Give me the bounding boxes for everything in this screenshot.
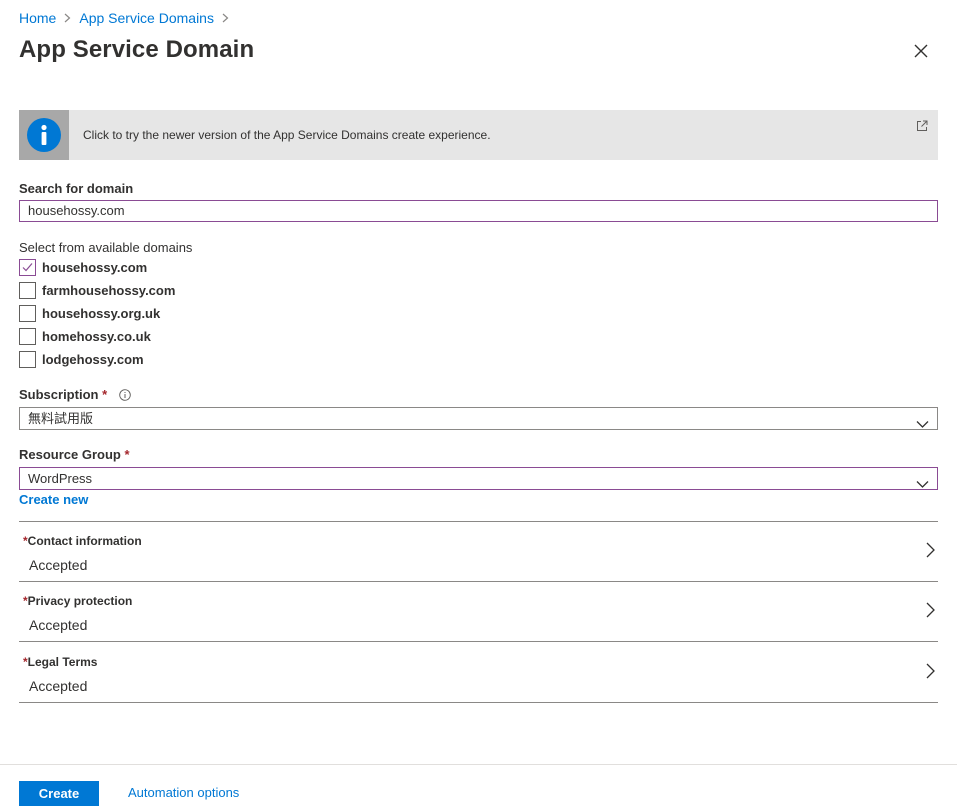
settings-sections: *Contact information Accepted *Privacy p… (19, 521, 938, 703)
domain-list: househossy.com farmhousehossy.com househ… (19, 256, 175, 371)
chevron-right-icon (926, 663, 935, 679)
create-button[interactable]: Create (19, 781, 99, 806)
required-marker: * (124, 447, 130, 462)
banner-text: Click to try the newer version of the Ap… (83, 128, 491, 142)
section-legal-terms[interactable]: *Legal Terms Accepted (19, 642, 938, 703)
domain-option[interactable]: househossy.org.uk (19, 302, 175, 325)
section-value: Accepted (29, 557, 88, 573)
chevron-right-icon (64, 11, 71, 26)
domain-option[interactable]: homehossy.co.uk (19, 325, 175, 348)
chevron-right-icon (926, 542, 935, 558)
resource-group-label: Resource Group * (19, 447, 130, 462)
breadcrumb-app-service-domains[interactable]: App Service Domains (79, 10, 214, 26)
chevron-down-icon (916, 414, 929, 428)
section-privacy-protection[interactable]: *Privacy protection Accepted (19, 582, 938, 642)
footer: Create Automation options (0, 764, 957, 811)
domain-option-label: househossy.com (42, 260, 148, 275)
chevron-right-icon (222, 11, 229, 26)
domain-option-label: lodgehossy.com (42, 352, 144, 367)
available-domains-label: Select from available domains (19, 240, 193, 255)
app-service-domain-blade: Home App Service Domains App Service Dom… (0, 0, 957, 811)
resource-group-value: WordPress (28, 471, 93, 486)
section-value: Accepted (29, 678, 88, 694)
resource-group-label-text: Resource Group (19, 447, 121, 462)
section-title-text: Legal Terms (27, 655, 98, 669)
checkbox[interactable] (19, 282, 36, 299)
resource-group-select[interactable]: WordPress (19, 467, 938, 490)
domain-option[interactable]: househossy.com (19, 256, 175, 279)
new-experience-banner[interactable]: Click to try the newer version of the Ap… (19, 110, 938, 160)
domain-option[interactable]: lodgehossy.com (19, 348, 175, 371)
section-title: *Legal Terms (23, 655, 97, 669)
subscription-value: 無料試用版 (28, 411, 94, 426)
close-icon[interactable] (912, 42, 930, 60)
domain-option-label: farmhousehossy.com (42, 283, 176, 298)
checkbox[interactable] (19, 351, 36, 368)
section-title-text: Contact information (27, 534, 142, 548)
section-value: Accepted (29, 617, 88, 633)
page-title: App Service Domain (19, 36, 255, 63)
info-circle-icon[interactable] (119, 389, 131, 401)
section-title: *Contact information (23, 534, 142, 548)
chevron-right-icon (926, 602, 935, 618)
external-link-icon[interactable] (916, 119, 928, 131)
domain-option-label: homehossy.co.uk (42, 329, 151, 344)
breadcrumb-home[interactable]: Home (19, 10, 56, 26)
section-title-text: Privacy protection (27, 594, 133, 608)
section-contact-information[interactable]: *Contact information Accepted (19, 522, 938, 582)
chevron-down-icon (916, 474, 929, 488)
required-marker: * (102, 387, 108, 402)
domain-option[interactable]: farmhousehossy.com (19, 279, 175, 302)
automation-options-link[interactable]: Automation options (128, 785, 239, 800)
domain-option-label: househossy.org.uk (42, 306, 161, 321)
create-new-link[interactable]: Create new (19, 492, 88, 507)
search-domain-input[interactable]: househossy.com (19, 200, 938, 222)
subscription-label: Subscription * (19, 387, 131, 402)
subscription-label-text: Subscription (19, 387, 99, 402)
checkbox[interactable] (19, 305, 36, 322)
subscription-select[interactable]: 無料試用版 (19, 407, 938, 430)
section-title: *Privacy protection (23, 594, 132, 608)
info-icon (19, 110, 69, 160)
checkbox-checked[interactable] (19, 259, 36, 276)
checkbox[interactable] (19, 328, 36, 345)
search-domain-label: Search for domain (19, 181, 134, 196)
breadcrumb: Home App Service Domains (19, 10, 237, 26)
